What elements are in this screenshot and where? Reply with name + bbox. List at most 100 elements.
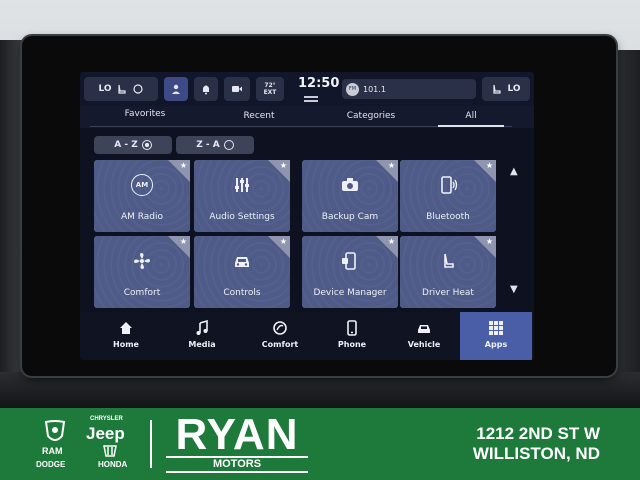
star-icon[interactable]: ★ xyxy=(180,237,187,246)
infotainment-screen: LO 72° EXT 12:50 FM 101.1 LO Favorites R… xyxy=(80,72,534,360)
clock: 12:50 xyxy=(298,76,340,91)
device-icon xyxy=(342,252,356,270)
tab-favorites[interactable]: Favorites xyxy=(100,109,190,119)
ram-logo-icon xyxy=(44,420,66,441)
passenger-seat-icon xyxy=(493,84,502,94)
driver-climate-button[interactable]: LO xyxy=(84,77,158,101)
bell-icon xyxy=(203,85,209,95)
address-line-2: WILLISTON, ND xyxy=(472,444,600,463)
nav-media[interactable]: Media xyxy=(170,312,234,360)
motors-rule-bottom xyxy=(166,471,308,473)
nav-comfort[interactable]: Comfort xyxy=(248,312,312,360)
user-icon xyxy=(172,84,180,94)
car-icon xyxy=(235,257,249,267)
address-line-1: 1212 2ND ST W xyxy=(476,424,600,443)
honda-logo-icon xyxy=(103,445,117,457)
app-tile-bluetooth[interactable]: ★ Bluetooth xyxy=(400,160,496,232)
dashboard-lower-trim xyxy=(0,372,640,412)
app-category-tabs: Favorites Recent Categories All xyxy=(80,106,534,128)
home-icon xyxy=(120,322,132,334)
sort-za-button[interactable]: Z - A xyxy=(176,136,254,154)
outside-temp-value: 72° xyxy=(264,82,276,89)
steering-heat-icon xyxy=(132,84,143,94)
tab-all[interactable]: All xyxy=(426,111,516,121)
now-playing-radio[interactable]: FM 101.1 xyxy=(342,79,476,99)
apps-grid-icon xyxy=(489,321,503,335)
radio-source-icon: FM xyxy=(346,82,359,96)
dealer-name: RYAN xyxy=(175,410,299,459)
outside-temp: 72° EXT xyxy=(256,77,284,101)
equalizer-icon xyxy=(235,178,249,192)
nav-label: Apps xyxy=(484,340,508,349)
dealer-subtitle: MOTORS xyxy=(212,458,262,470)
star-icon[interactable]: ★ xyxy=(280,161,287,170)
fan-icon xyxy=(134,253,150,269)
tab-recent[interactable]: Recent xyxy=(214,111,304,121)
brand-logos: CHRYSLER Jeep RAM DODGE HONDA xyxy=(36,414,136,476)
app-label: AM Radio xyxy=(120,212,164,222)
app-tile-controls[interactable]: ★ Controls xyxy=(194,236,290,308)
clock-indicator xyxy=(304,96,318,98)
nav-label: Phone xyxy=(337,340,367,349)
am-radio-icon: AM xyxy=(131,174,153,196)
app-tile-backup-cam[interactable]: ★ Backup Cam xyxy=(302,160,398,232)
sort-az-button[interactable]: A - Z xyxy=(94,136,172,154)
nav-apps[interactable]: Apps xyxy=(460,312,532,360)
profile-button[interactable] xyxy=(164,77,188,101)
scroll-down-icon[interactable]: ▼ xyxy=(510,284,518,295)
nav-label: Vehicle xyxy=(407,340,441,349)
brand-chrysler: CHRYSLER xyxy=(90,416,123,422)
nav-phone[interactable]: Phone xyxy=(320,312,384,360)
star-icon[interactable]: ★ xyxy=(388,161,395,170)
app-tile-audio-settings[interactable]: ★ Audio Settings xyxy=(194,160,290,232)
star-icon[interactable]: ★ xyxy=(388,237,395,246)
app-label: Controls xyxy=(223,288,261,298)
camera-icon xyxy=(342,178,358,191)
nav-label: Comfort xyxy=(261,340,299,349)
app-label: Comfort xyxy=(123,288,161,298)
climate-icon xyxy=(273,321,287,335)
nav-label: Media xyxy=(188,340,216,349)
app-tile-device-manager[interactable]: ★ Device Manager xyxy=(302,236,398,308)
star-icon[interactable]: ★ xyxy=(486,161,493,170)
brand-jeep: Jeep xyxy=(86,424,125,443)
nav-vehicle[interactable]: Vehicle xyxy=(392,312,456,360)
scroll-up-icon[interactable]: ▲ xyxy=(510,166,518,177)
video-camera-icon xyxy=(232,86,242,92)
app-label: Audio Settings xyxy=(209,212,275,222)
brand-dodge: DODGE xyxy=(36,460,66,469)
sort-az-label: A - Z xyxy=(114,140,138,150)
bluetooth-phone-icon xyxy=(441,176,458,194)
seat-heat-icon xyxy=(444,253,454,268)
outside-temp-label: EXT xyxy=(263,89,277,96)
sort-za-label: Z - A xyxy=(196,140,220,150)
clock-indicator-2 xyxy=(304,100,318,102)
status-bar: LO 72° EXT 12:50 FM 101.1 LO xyxy=(80,72,534,106)
camera-button[interactable] xyxy=(224,77,250,101)
app-label: Device Manager xyxy=(313,288,387,298)
star-icon[interactable]: ★ xyxy=(486,237,493,246)
tab-categories[interactable]: Categories xyxy=(326,111,416,121)
phone-icon xyxy=(347,320,357,336)
app-tile-comfort[interactable]: ★ Comfort xyxy=(94,236,190,308)
brand-ram: RAM xyxy=(42,446,63,456)
active-tab-indicator xyxy=(438,125,504,127)
driver-temp: LO xyxy=(98,84,112,94)
music-note-icon xyxy=(196,319,208,335)
nav-home[interactable]: Home xyxy=(94,312,158,360)
app-tile-am-radio[interactable]: ★ AM AM Radio xyxy=(94,160,190,232)
app-tile-driver-heat[interactable]: ★ Driver Heat xyxy=(400,236,496,308)
star-icon[interactable]: ★ xyxy=(180,161,187,170)
brand-honda: HONDA xyxy=(98,460,128,469)
radio-unselected-icon xyxy=(223,140,234,150)
banner-divider xyxy=(150,420,152,468)
radio-station: 101.1 xyxy=(363,84,386,94)
vehicle-icon xyxy=(418,325,430,333)
passenger-climate-button[interactable]: LO xyxy=(482,77,530,101)
notifications-button[interactable] xyxy=(194,77,218,101)
passenger-temp: LO xyxy=(507,84,521,94)
nav-label: Home xyxy=(113,340,139,349)
bottom-nav-bar: Home Media Comfort Phone Vehicle Apps xyxy=(80,312,534,360)
app-label: Backup Cam xyxy=(321,212,379,222)
star-icon[interactable]: ★ xyxy=(280,237,287,246)
